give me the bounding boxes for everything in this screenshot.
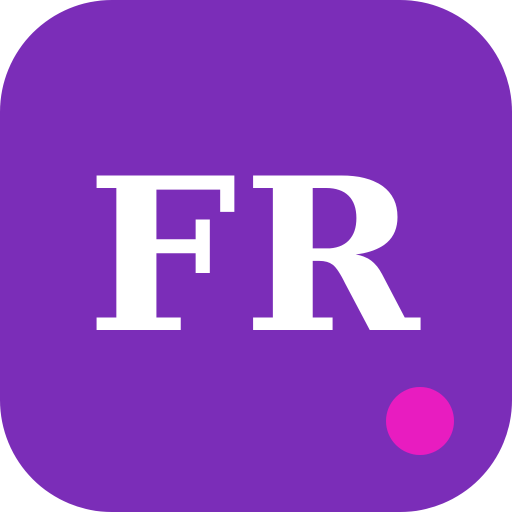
app-monogram: FR [86,131,426,380]
notification-dot-icon [386,387,454,455]
app-icon[interactable]: FR [0,0,512,512]
